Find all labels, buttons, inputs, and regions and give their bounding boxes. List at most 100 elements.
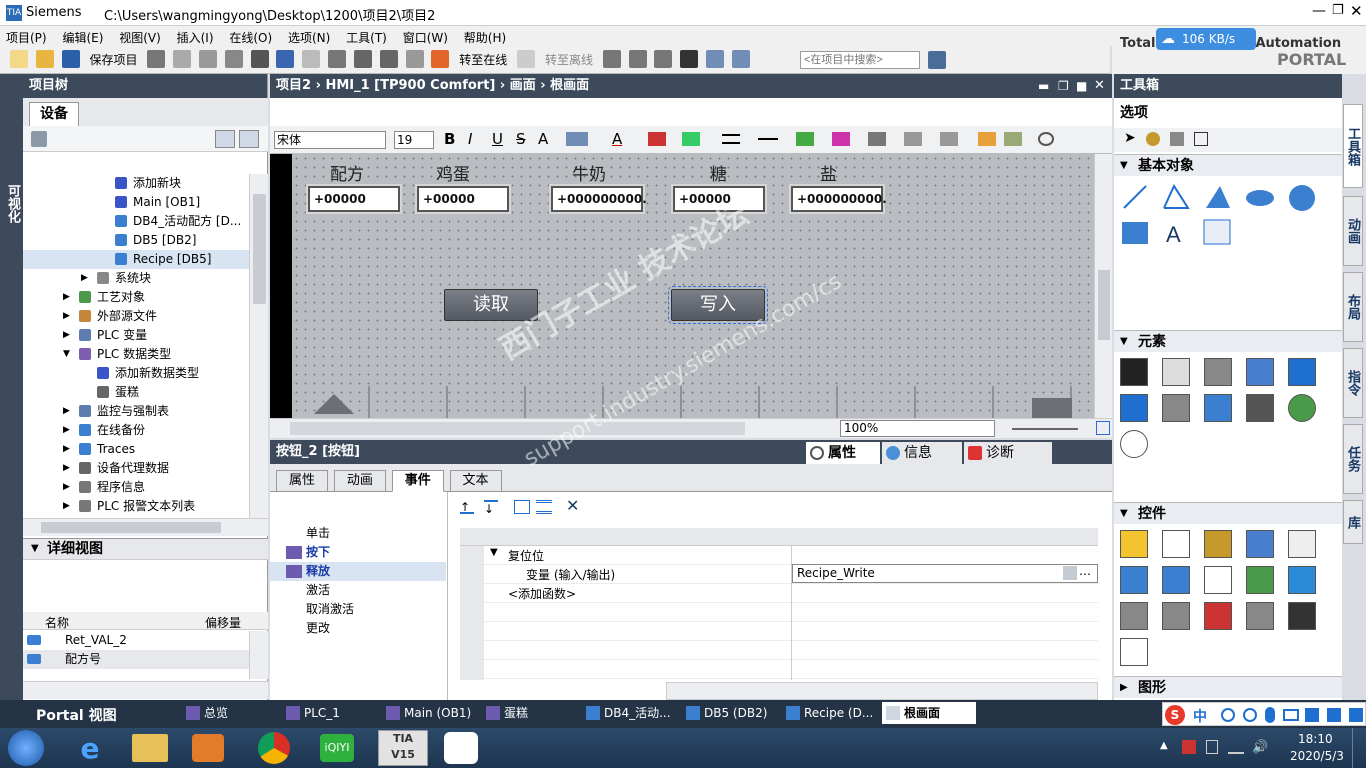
project-search-input[interactable] bbox=[800, 51, 920, 69]
volume-icon[interactable]: 🔊 bbox=[1252, 740, 1268, 755]
list-view-icon[interactable] bbox=[1194, 132, 1208, 146]
side-tab-instructions[interactable]: 指令 bbox=[1343, 348, 1363, 418]
canvas-vscroll-thumb[interactable] bbox=[1098, 270, 1110, 340]
clock-date[interactable]: 2020/5/3 bbox=[1290, 749, 1344, 763]
keyboard-icon[interactable] bbox=[1283, 709, 1299, 721]
trend-view-icon[interactable] bbox=[1162, 530, 1190, 558]
event-item[interactable]: 激活 bbox=[270, 581, 446, 600]
user-icon[interactable] bbox=[1146, 132, 1160, 146]
visualization-label[interactable]: 可视化 bbox=[3, 184, 22, 223]
maximize-button[interactable]: ❐ bbox=[1332, 3, 1344, 18]
toolbox-ime-icon[interactable] bbox=[1327, 708, 1341, 722]
detail-view-header[interactable]: ▼ 详细视图 bbox=[23, 538, 268, 560]
tree-view-icon[interactable] bbox=[215, 130, 235, 148]
tab-info[interactable]: 信息 bbox=[882, 442, 962, 464]
plc-code-view-icon[interactable] bbox=[1120, 602, 1148, 630]
tab-diagnostics[interactable]: 诊断 bbox=[964, 442, 1052, 464]
cut-icon[interactable] bbox=[173, 50, 192, 68]
tree-item[interactable]: ▶ Traces bbox=[23, 440, 249, 459]
event-item[interactable]: 更改 bbox=[270, 619, 446, 638]
line-width-icon[interactable] bbox=[722, 134, 740, 144]
camera-icon[interactable] bbox=[1288, 602, 1316, 630]
portal-task-button[interactable]: DB4_活动... bbox=[582, 702, 678, 724]
minimize-button[interactable]: — bbox=[1312, 3, 1326, 19]
tree-add-icon[interactable] bbox=[31, 131, 47, 147]
portal-task-button[interactable]: 根画面 bbox=[882, 702, 976, 724]
clock-time[interactable]: 18:10 bbox=[1298, 732, 1333, 746]
cross-reference-icon[interactable] bbox=[680, 50, 699, 68]
io-field-milk[interactable]: +000000000. bbox=[551, 186, 647, 212]
recipe-view-icon[interactable] bbox=[1288, 530, 1316, 558]
paste-icon[interactable] bbox=[224, 50, 243, 68]
event-item[interactable]: 取消激活 bbox=[270, 600, 446, 619]
tree-item[interactable]: ▶ PLC 变量 bbox=[23, 326, 249, 345]
symbol-library-icon[interactable] bbox=[1204, 394, 1232, 422]
bring-front-icon[interactable] bbox=[796, 132, 814, 146]
device-icon[interactable] bbox=[1206, 740, 1218, 754]
accessible-devices-icon[interactable] bbox=[602, 50, 621, 68]
f-x-trend-icon[interactable] bbox=[1204, 566, 1232, 594]
move-down-icon[interactable]: ↓ bbox=[484, 500, 498, 516]
show-desktop-button[interactable] bbox=[1352, 728, 1366, 768]
read-button[interactable]: 读取 bbox=[444, 289, 538, 321]
tia-portal-icon[interactable]: TIA V15 bbox=[378, 730, 428, 766]
symbolic-io-icon[interactable] bbox=[1204, 358, 1232, 386]
tree-horizontal-scrollbar[interactable] bbox=[23, 518, 268, 536]
ie-icon[interactable]: e bbox=[70, 732, 110, 765]
punctuation-icon[interactable] bbox=[1221, 708, 1235, 722]
expand-arrow-icon[interactable]: ▶ bbox=[63, 288, 70, 307]
tab-devices[interactable]: 设备 bbox=[29, 102, 79, 126]
tree-item[interactable]: ▶ 外部源文件 bbox=[23, 307, 249, 326]
go-online-icon[interactable] bbox=[431, 50, 450, 68]
go-offline-icon[interactable] bbox=[517, 50, 536, 68]
tree-item[interactable]: Main [OB1] bbox=[23, 193, 249, 212]
tree-item[interactable]: ▶ 监控与强制表 bbox=[23, 402, 249, 421]
tree-item[interactable]: Recipe [DB5] bbox=[23, 250, 249, 269]
gridview-icon[interactable] bbox=[1162, 602, 1190, 630]
iqiyi-icon[interactable]: iQIYI bbox=[320, 734, 354, 762]
clock-icon[interactable] bbox=[1120, 430, 1148, 458]
font-size-increase-button[interactable]: A bbox=[538, 130, 548, 148]
simulate-icon[interactable] bbox=[405, 50, 424, 68]
expand-arrow-icon[interactable]: ▶ bbox=[63, 440, 70, 459]
expand-arrow-icon[interactable]: ▶ bbox=[63, 459, 70, 478]
tree-item[interactable]: ▶ 系统块 bbox=[23, 269, 249, 288]
upload-icon[interactable] bbox=[379, 50, 398, 68]
tree-hscroll-thumb[interactable] bbox=[41, 522, 221, 533]
portal-task-button[interactable]: DB5 (DB2) bbox=[682, 702, 778, 724]
new-project-icon[interactable] bbox=[10, 50, 28, 68]
split-vertical-icon[interactable] bbox=[731, 50, 750, 68]
signal-icon[interactable] bbox=[1228, 742, 1244, 754]
tree-item[interactable]: 蛋糕 bbox=[23, 383, 249, 402]
section-elements[interactable]: ▼ 元素 bbox=[1114, 330, 1342, 352]
fill-color-icon[interactable] bbox=[648, 132, 666, 146]
expand-arrow-icon[interactable]: ▶ bbox=[63, 402, 70, 421]
user-view-icon[interactable] bbox=[1204, 530, 1232, 558]
tab-animation[interactable]: 动画 bbox=[333, 470, 386, 492]
expand-icon[interactable]: ▼ bbox=[490, 547, 498, 558]
undo-icon[interactable] bbox=[276, 50, 295, 68]
io-field-icon[interactable] bbox=[1120, 358, 1148, 386]
chrome-icon[interactable] bbox=[258, 732, 290, 764]
zoom-select[interactable]: 100% bbox=[840, 420, 995, 437]
gauge-icon[interactable] bbox=[1288, 394, 1316, 422]
tree-vertical-scrollbar[interactable] bbox=[249, 174, 268, 518]
expand-arrow-icon[interactable]: ▶ bbox=[63, 497, 70, 516]
pdf-view-icon[interactable] bbox=[1120, 638, 1148, 666]
detail-row[interactable]: 配方号 bbox=[23, 650, 249, 669]
maximize-editor-icon[interactable]: ■ bbox=[1076, 74, 1087, 98]
open-project-icon[interactable] bbox=[35, 50, 54, 68]
tab-events[interactable]: 事件 bbox=[391, 470, 444, 492]
diagnostic-icon[interactable] bbox=[1246, 566, 1274, 594]
tray-expand-icon[interactable]: ▲ bbox=[1160, 740, 1168, 751]
section-graphics[interactable]: ▶ 图形 bbox=[1114, 676, 1342, 698]
side-tab-toolbox[interactable]: 工具箱 bbox=[1343, 104, 1363, 188]
side-tab-tasks[interactable]: 任务 bbox=[1343, 424, 1363, 494]
add-function[interactable]: <添加函数> bbox=[508, 585, 576, 602]
print-icon[interactable] bbox=[147, 50, 166, 68]
portal-task-button[interactable]: Main (OB1) bbox=[382, 702, 478, 724]
tree-item[interactable]: ▼ PLC 数据类型 bbox=[23, 345, 249, 364]
start-cpu-icon[interactable] bbox=[628, 50, 647, 68]
graphic-io-icon[interactable] bbox=[1246, 358, 1274, 386]
detail-row[interactable]: Ret_VAL_2 bbox=[23, 631, 249, 650]
